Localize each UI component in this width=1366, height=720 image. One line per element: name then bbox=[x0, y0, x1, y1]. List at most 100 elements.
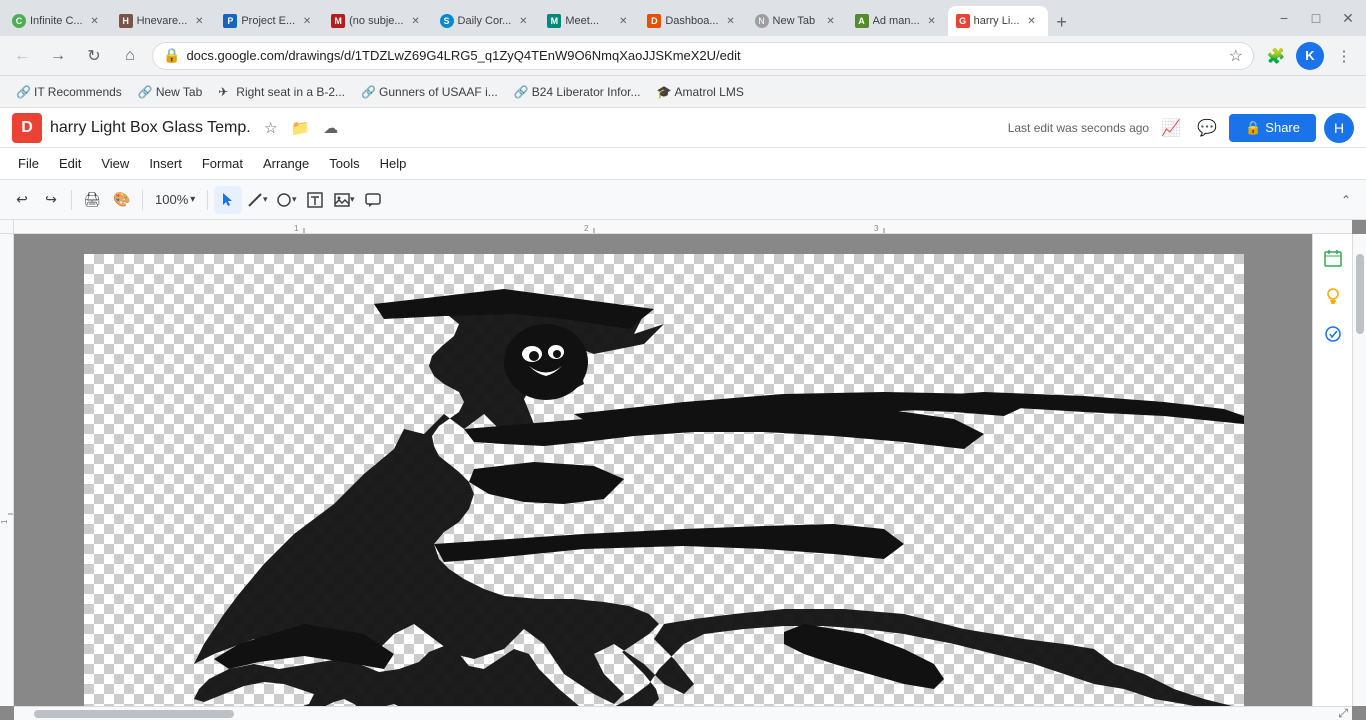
menu-edit[interactable]: Edit bbox=[49, 152, 91, 175]
tab-close-6[interactable]: ✕ bbox=[615, 13, 631, 29]
tab-newtab[interactable]: N New Tab ✕ bbox=[747, 6, 847, 36]
tab-nosubject[interactable]: M (no subje... ✕ bbox=[323, 6, 431, 36]
folder-icon[interactable]: 📁 bbox=[289, 116, 313, 140]
tab-close-1[interactable]: ✕ bbox=[87, 13, 103, 29]
select-tool-button[interactable] bbox=[214, 186, 242, 214]
tab-infinite[interactable]: C Infinite C... ✕ bbox=[4, 6, 111, 36]
tab-adman[interactable]: A Ad man... ✕ bbox=[847, 6, 948, 36]
tab-favicon-6: M bbox=[547, 14, 561, 28]
tab-close-5[interactable]: ✕ bbox=[515, 13, 531, 29]
home-button[interactable]: ⌂ bbox=[116, 42, 144, 70]
ruler-vertical: 1 bbox=[0, 234, 14, 706]
horizontal-scrollbar[interactable]: ⤢ bbox=[14, 706, 1352, 720]
tab-favicon-2: H bbox=[119, 14, 133, 28]
bookmark-amatrol[interactable]: 🎓 Amatrol LMS bbox=[648, 81, 751, 103]
star-icon[interactable]: ☆ bbox=[259, 116, 283, 140]
image-dropdown-arrow: ▾ bbox=[350, 194, 355, 205]
tab-title-8: New Tab bbox=[773, 15, 819, 27]
tab-title-5: Daily Cor... bbox=[458, 15, 512, 27]
extensions-icon[interactable]: 🧩 bbox=[1262, 42, 1290, 70]
tab-close-9[interactable]: ✕ bbox=[924, 13, 940, 29]
share-button[interactable]: 🔒 Share bbox=[1229, 114, 1316, 142]
user-avatar[interactable]: H bbox=[1324, 113, 1354, 143]
ruler-corner bbox=[0, 220, 14, 234]
menu-tools[interactable]: Tools bbox=[319, 152, 369, 175]
bookmark-favicon-6: 🎓 bbox=[656, 85, 670, 99]
profile-icon[interactable]: K bbox=[1296, 42, 1324, 70]
drawing-canvas[interactable] bbox=[84, 254, 1244, 706]
lightbulb-side-icon[interactable] bbox=[1317, 280, 1349, 312]
scrollbar-thumb-v[interactable] bbox=[1356, 254, 1364, 334]
line-tool-button[interactable]: ▾ bbox=[243, 186, 271, 214]
menu-file[interactable]: File bbox=[8, 152, 49, 175]
svg-text:2: 2 bbox=[584, 224, 589, 233]
comment-tool-button[interactable] bbox=[359, 186, 387, 214]
close-button[interactable]: ✕ bbox=[1334, 4, 1362, 32]
tab-title-7: Dashboa... bbox=[665, 15, 718, 27]
svg-text:1: 1 bbox=[294, 224, 299, 233]
tab-close-10[interactable]: ✕ bbox=[1024, 13, 1040, 29]
comments-icon[interactable]: 💬 bbox=[1193, 114, 1221, 142]
image-tool-button[interactable]: ▾ bbox=[330, 186, 358, 214]
tab-favicon-1: C bbox=[12, 14, 26, 28]
tab-project[interactable]: P Project E... ✕ bbox=[215, 6, 323, 36]
separator-3 bbox=[207, 190, 208, 210]
menu-view[interactable]: View bbox=[91, 152, 139, 175]
canvas-scroll-area[interactable] bbox=[14, 234, 1352, 706]
undo-button[interactable]: ↩ bbox=[8, 186, 36, 214]
menu-arrange[interactable]: Arrange bbox=[253, 152, 319, 175]
tab-dashboard[interactable]: D Dashboa... ✕ bbox=[639, 6, 746, 36]
scrollbar-corner-btn[interactable]: ⤢ bbox=[1338, 706, 1352, 720]
menu-format[interactable]: Format bbox=[192, 152, 253, 175]
forward-button[interactable]: → bbox=[44, 42, 72, 70]
last-edit-text: Last edit was seconds ago bbox=[1008, 121, 1149, 135]
separator-2 bbox=[142, 190, 143, 210]
tab-favicon-9: A bbox=[855, 14, 869, 28]
vertical-scrollbar[interactable] bbox=[1352, 234, 1366, 706]
menu-insert[interactable]: Insert bbox=[139, 152, 192, 175]
new-tab-button[interactable]: + bbox=[1048, 8, 1076, 36]
tab-close-4[interactable]: ✕ bbox=[408, 13, 424, 29]
text-tool-button[interactable] bbox=[301, 186, 329, 214]
url-bar[interactable]: 🔒 docs.google.com/drawings/d/1TDZLwZ69G4… bbox=[152, 42, 1254, 70]
comment-box-icon bbox=[365, 192, 381, 208]
bookmark-star-icon[interactable]: ☆ bbox=[1229, 46, 1243, 66]
reload-button[interactable]: ↻ bbox=[80, 42, 108, 70]
trending-icon[interactable]: 📈 bbox=[1157, 114, 1185, 142]
cloud-sync-icon[interactable]: ☁ bbox=[319, 116, 343, 140]
minimize-button[interactable]: − bbox=[1270, 4, 1298, 32]
print-button[interactable]: 🖨 bbox=[78, 186, 106, 214]
calendar-side-icon[interactable] bbox=[1317, 242, 1349, 274]
zoom-dropdown[interactable]: 100% ▾ bbox=[149, 190, 201, 209]
redo-button[interactable]: ↪ bbox=[37, 186, 65, 214]
bookmark-gunners[interactable]: 🔗 Gunners of USAAF i... bbox=[353, 81, 506, 103]
bookmark-right-seat[interactable]: ✈ Right seat in a B-2... bbox=[210, 81, 353, 103]
tab-dailycor[interactable]: S Daily Cor... ✕ bbox=[432, 6, 540, 36]
share-label: Share bbox=[1265, 120, 1300, 135]
tab-harrylight[interactable]: G harry Li... ✕ bbox=[948, 6, 1048, 36]
tasks-icon bbox=[1323, 324, 1343, 344]
shape-icon bbox=[276, 192, 292, 208]
tab-close-8[interactable]: ✕ bbox=[823, 13, 839, 29]
tasks-side-icon[interactable] bbox=[1317, 318, 1349, 350]
bookmark-new-tab[interactable]: 🔗 New Tab bbox=[130, 81, 210, 103]
tab-hnevare[interactable]: H Hnevare... ✕ bbox=[111, 6, 216, 36]
maximize-button[interactable]: □ bbox=[1302, 4, 1330, 32]
settings-icon[interactable]: ⋮ bbox=[1330, 42, 1358, 70]
shape-tool-button[interactable]: ▾ bbox=[272, 186, 300, 214]
bookmark-b24[interactable]: 🔗 B24 Liberator Infor... bbox=[506, 81, 649, 103]
bookmark-it-recommends[interactable]: 🔗 IT Recommends bbox=[8, 81, 130, 103]
tab-controls: − □ ✕ bbox=[1270, 4, 1362, 36]
header-right: Last edit was seconds ago 📈 💬 🔒 Share H bbox=[1008, 113, 1354, 143]
bookmark-label-5: B24 Liberator Infor... bbox=[532, 85, 641, 99]
menu-help[interactable]: Help bbox=[370, 152, 417, 175]
tab-close-2[interactable]: ✕ bbox=[191, 13, 207, 29]
paint-format-button[interactable]: 🎨 bbox=[108, 186, 136, 214]
tab-close-3[interactable]: ✕ bbox=[299, 13, 315, 29]
tab-close-7[interactable]: ✕ bbox=[723, 13, 739, 29]
tab-meet[interactable]: M Meet... ✕ bbox=[539, 6, 639, 36]
toolbar-collapse-button[interactable]: ⌃ bbox=[1334, 188, 1358, 212]
back-button[interactable]: ← bbox=[8, 42, 36, 70]
scrollbar-thumb-h[interactable] bbox=[34, 710, 234, 718]
canvas-inner bbox=[14, 234, 1314, 706]
